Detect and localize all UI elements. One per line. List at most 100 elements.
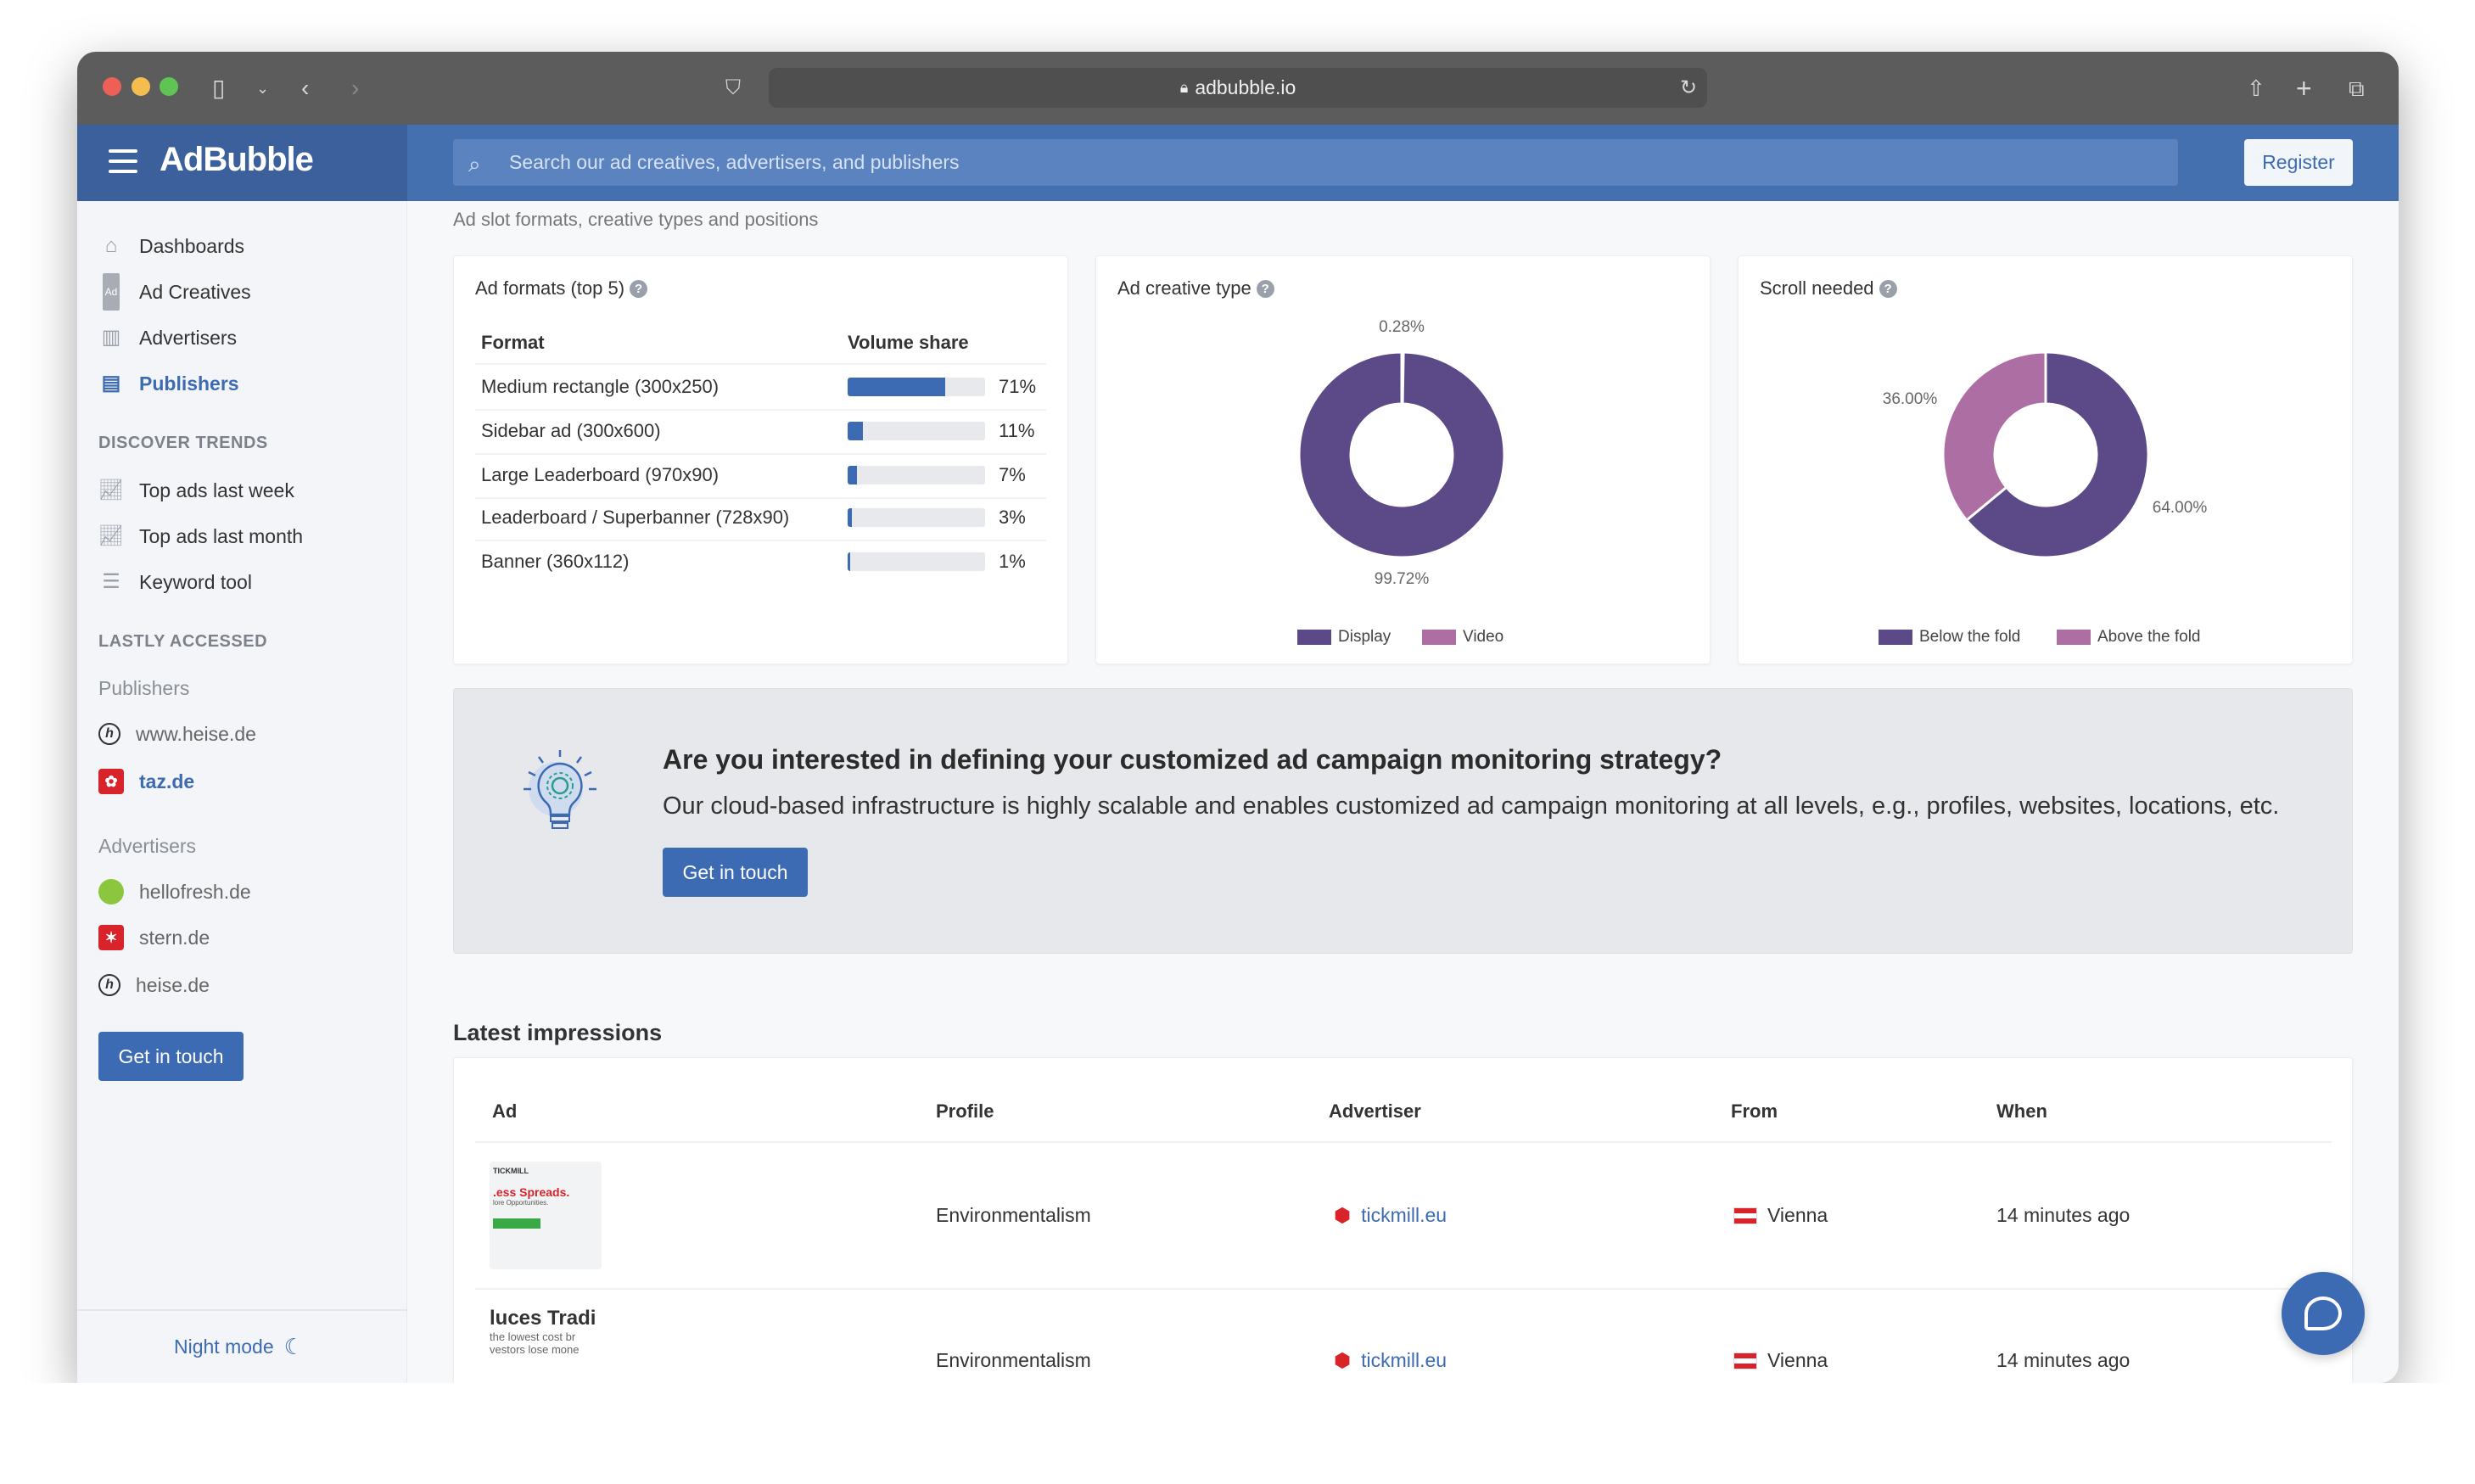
- legend-label: Below the fold: [1919, 628, 2021, 646]
- title-text: Ad formats (top 5): [475, 277, 625, 299]
- lock-icon: 🔒︎: [1179, 79, 1189, 96]
- thumb-brand: TICKMILL: [493, 1167, 529, 1175]
- recent-advertiser-hellofresh[interactable]: hellofresh.de: [98, 875, 251, 909]
- chart-line-icon: 📈︎: [98, 479, 125, 501]
- volume-share-bar: [848, 508, 985, 527]
- help-icon[interactable]: ?: [630, 279, 648, 298]
- stern-logo-icon: ✶: [98, 925, 124, 950]
- search-input[interactable]: Search our ad creatives, advertisers, an…: [453, 139, 2178, 186]
- url-text: adbubble.io: [1195, 76, 1296, 98]
- help-icon[interactable]: ?: [1879, 279, 1897, 298]
- sidebar-item-dashboards[interactable]: ⌂ Dashboards: [98, 229, 244, 263]
- legend-display[interactable]: Display: [1297, 628, 1391, 647]
- thumb-button: [493, 1218, 540, 1229]
- help-icon[interactable]: ?: [1256, 279, 1274, 298]
- forward-icon[interactable]: ›: [351, 71, 359, 105]
- volume-share-percent: 11%: [999, 420, 1035, 441]
- legend-swatch: [2057, 630, 2091, 645]
- column-volume-share: Volume share: [848, 332, 969, 353]
- recent-publisher-taz[interactable]: ✿ taz.de: [98, 764, 194, 798]
- column-ad: Ad: [492, 1100, 518, 1122]
- sidebar-item-keyword-tool[interactable]: ☰ Keyword tool: [98, 565, 252, 599]
- format-label: Medium rectangle (300x250): [481, 376, 720, 397]
- divider: [475, 540, 1046, 541]
- volume-share-percent: 71%: [999, 376, 1037, 397]
- chevron-down-icon[interactable]: ⌄: [256, 71, 269, 105]
- thumb-sub: vestors lose mone: [490, 1343, 580, 1356]
- recent-advertiser-heise[interactable]: h heise.de: [98, 968, 210, 1002]
- back-icon[interactable]: ‹: [301, 71, 309, 105]
- label: taz.de: [139, 770, 195, 792]
- register-button[interactable]: Register: [2244, 139, 2353, 186]
- reload-icon[interactable]: ↻: [1680, 71, 1697, 105]
- column-from: From: [1731, 1100, 1778, 1122]
- banner-get-in-touch-button[interactable]: Get in touch: [663, 848, 808, 897]
- legend-label: Video: [1463, 628, 1504, 646]
- recent-publisher-heise[interactable]: h www.heise.de: [98, 717, 256, 751]
- sidebar-item-top-ads-last-month[interactable]: 📈︎ Top ads last month: [98, 519, 303, 553]
- legend-above-fold[interactable]: Above the fold: [2057, 628, 2200, 647]
- new-tab-icon[interactable]: +: [2296, 71, 2312, 105]
- ad-formats-card: [453, 255, 1068, 664]
- label: Dashboards: [139, 235, 245, 257]
- austria-flag-icon: [1733, 1207, 1757, 1224]
- sidebar-item-ad-creatives[interactable]: Ad Ad Creatives: [98, 273, 251, 311]
- legend-swatch: [1297, 630, 1331, 645]
- slice-above-the-fold[interactable]: [1941, 350, 2047, 523]
- when-cell: 14 minutes ago: [1996, 1204, 2131, 1226]
- chart-line-icon: 📈︎: [98, 524, 125, 547]
- sidebar-item-advertisers[interactable]: ▥ Advertisers: [98, 321, 237, 355]
- lightbulb-gear-icon: [524, 750, 596, 829]
- ad-thumbnail[interactable]: luces Tradi the lowest cost br vestors l…: [490, 1307, 602, 1383]
- sidebar-item-publishers[interactable]: ▤ Publishers: [98, 367, 239, 400]
- minimize-window-button[interactable]: [132, 77, 150, 96]
- close-window-button[interactable]: [103, 77, 121, 96]
- divider: [475, 409, 1046, 411]
- austria-flag-icon: [1733, 1352, 1757, 1369]
- advertiser-link[interactable]: ⬢ tickmill.eu: [1334, 1349, 1447, 1372]
- sidebar-toggle-icon[interactable]: ▯: [212, 71, 225, 105]
- from-cell: Vienna: [1733, 1204, 1828, 1227]
- address-bar[interactable]: 🔒︎ adbubble.io: [769, 68, 1707, 108]
- thumb-sub: lore Opportunities.: [493, 1199, 549, 1207]
- maximize-window-button[interactable]: [160, 77, 178, 96]
- chat-button[interactable]: [2282, 1272, 2365, 1355]
- tickmill-logo-icon: ⬢: [1334, 1204, 1352, 1226]
- logo[interactable]: AdBubble: [160, 141, 314, 179]
- ad-thumbnail[interactable]: TICKMILL .ess Spreads. lore Opportunitie…: [490, 1162, 602, 1269]
- scroll-needed-donut: [1941, 350, 2150, 559]
- advertiser-link[interactable]: ⬢ tickmill.eu: [1334, 1204, 1447, 1227]
- slice-display[interactable]: [1297, 350, 1506, 559]
- share-icon[interactable]: ⇧: [2247, 71, 2265, 105]
- label: Publishers: [139, 372, 239, 395]
- sidebar-item-top-ads-last-week[interactable]: 📈︎ Top ads last week: [98, 473, 294, 507]
- ad-icon: Ad: [98, 273, 124, 311]
- label: Top ads last month: [139, 525, 304, 547]
- menu-icon[interactable]: [109, 149, 137, 173]
- title-text: Ad creative type: [1117, 277, 1251, 299]
- night-mode-toggle[interactable]: Night mode ☾: [174, 1334, 304, 1360]
- label: Advertisers: [139, 327, 238, 349]
- legend-video[interactable]: Video: [1422, 628, 1503, 647]
- label: Vienna: [1767, 1204, 1828, 1226]
- banner-heading: Are you interested in defining your cust…: [663, 744, 1722, 775]
- scroll-needed-title: Scroll needed?: [1760, 277, 1897, 300]
- moon-icon: ☾: [283, 1334, 304, 1359]
- divider: [475, 497, 1046, 499]
- data-label-video: 0.28%: [1379, 318, 1425, 336]
- sidebar-get-in-touch-button[interactable]: Get in touch: [98, 1032, 244, 1081]
- legend-below-fold[interactable]: Below the fold: [1879, 628, 2020, 647]
- shield-icon[interactable]: ⛉: [725, 71, 741, 105]
- volume-share-fill: [848, 422, 863, 440]
- legend-label: Above the fold: [2097, 628, 2201, 646]
- heise-logo-icon: h: [98, 723, 120, 745]
- format-label: Banner (360x112): [481, 551, 630, 572]
- format-label: Leaderboard / Superbanner (728x90): [481, 507, 790, 528]
- recent-advertiser-stern[interactable]: ✶ stern.de: [98, 921, 210, 955]
- list-icon: ☰: [102, 570, 120, 593]
- data-label-above-fold: 36.00%: [1882, 390, 1938, 408]
- label: Top ads last week: [139, 479, 294, 501]
- tabs-overview-icon[interactable]: ⧉: [2349, 71, 2365, 105]
- volume-share-fill: [848, 552, 850, 571]
- volume-share-percent: 1%: [999, 551, 1026, 572]
